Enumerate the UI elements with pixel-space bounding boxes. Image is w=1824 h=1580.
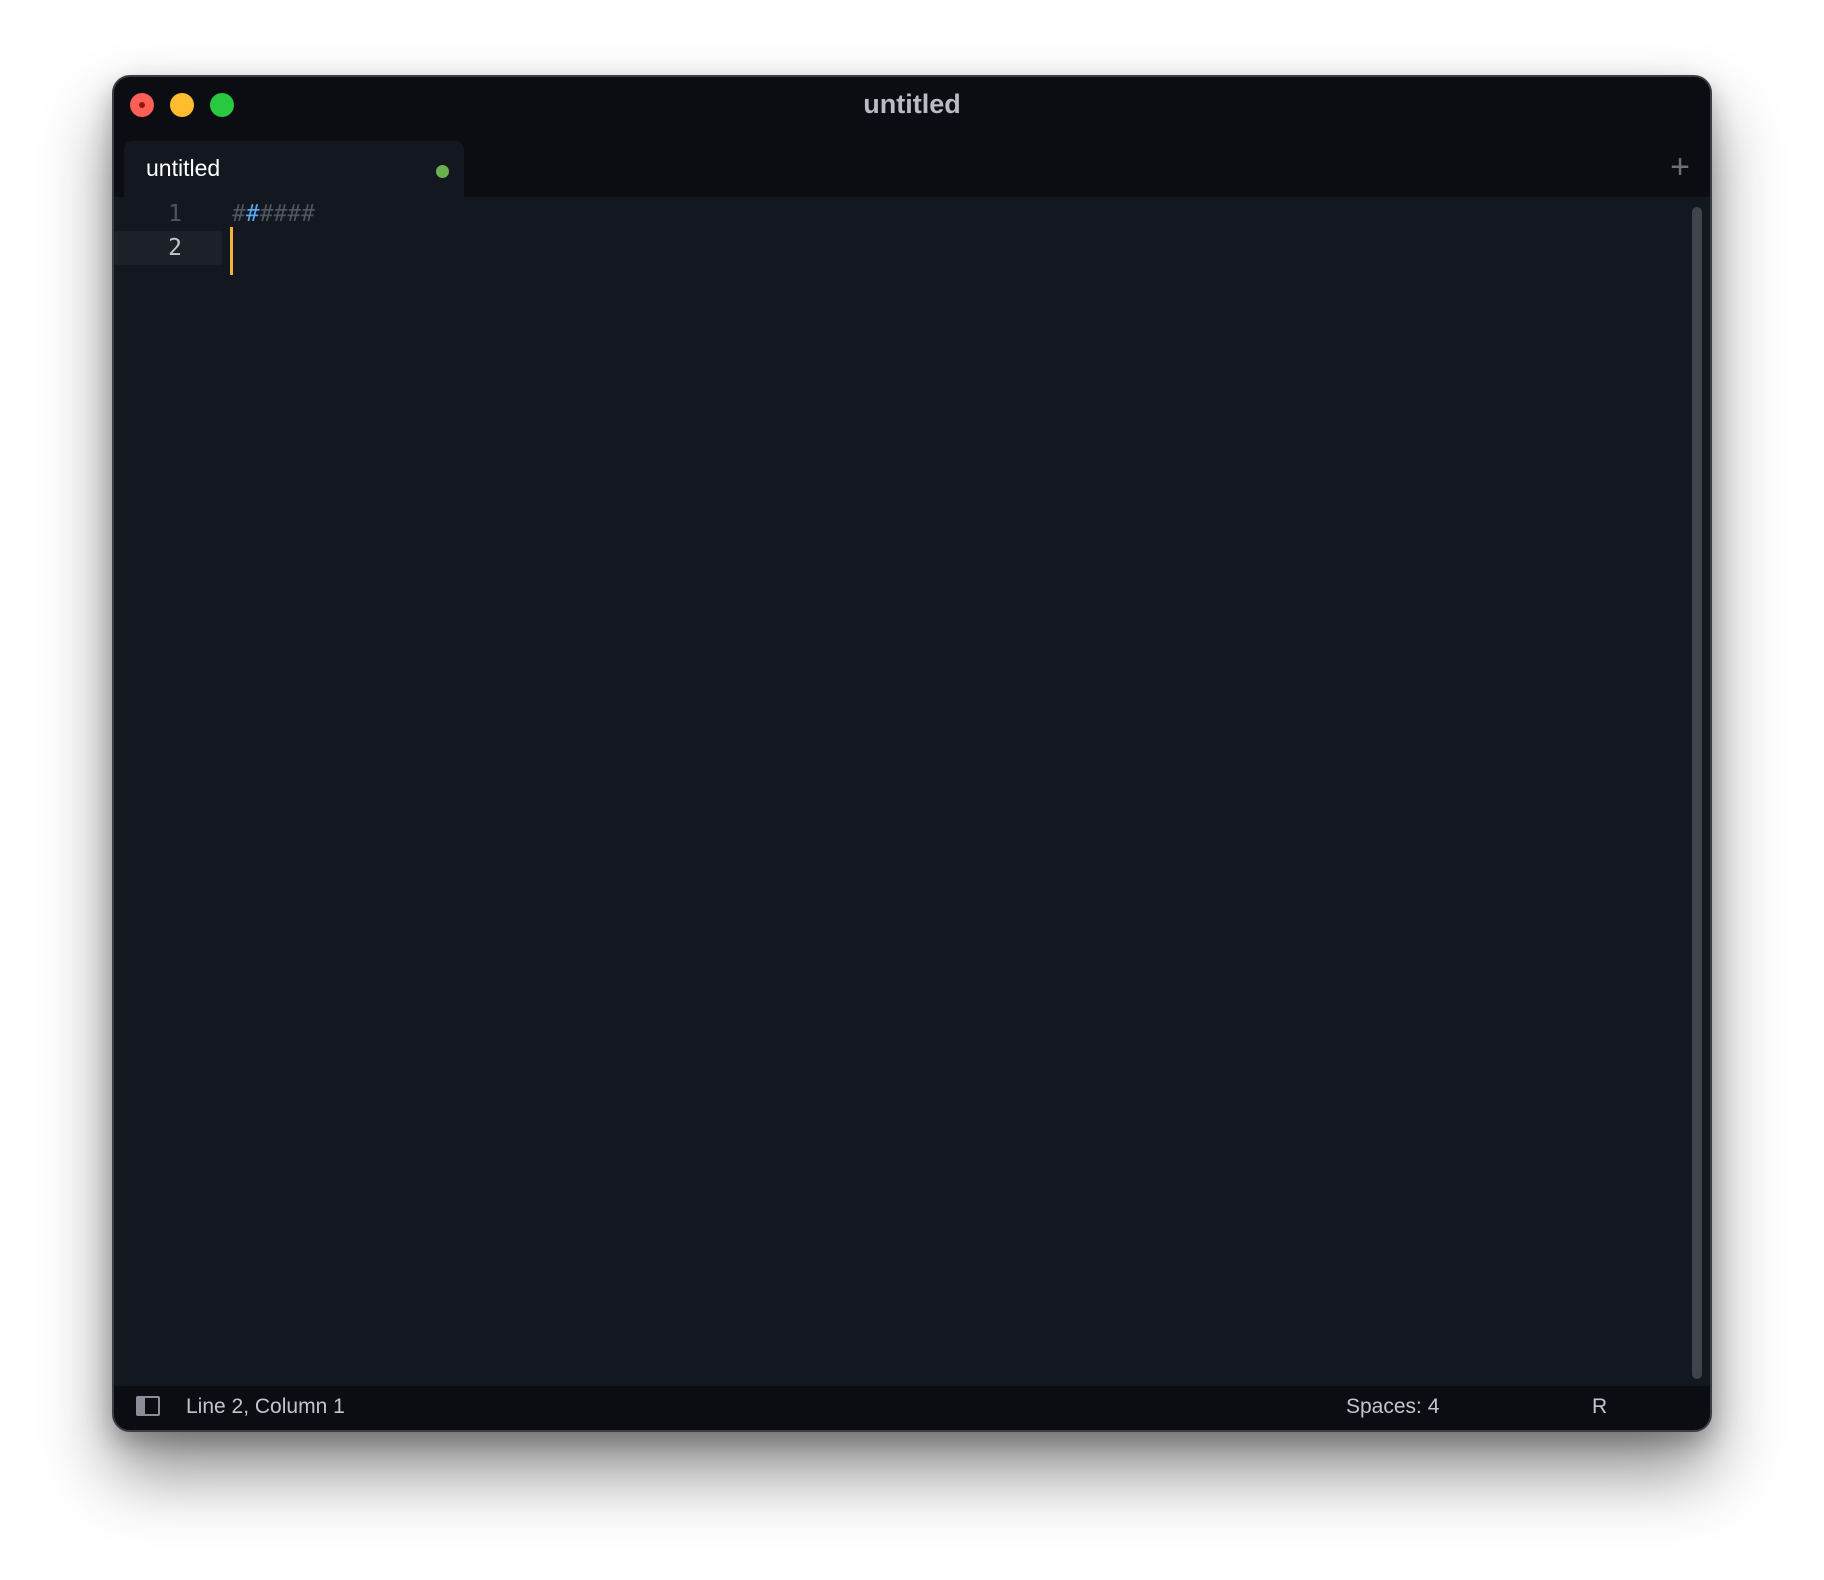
title-bar[interactable]: untitled <box>114 77 1710 137</box>
line-number-current: 2 <box>114 231 222 265</box>
tab-label: untitled <box>146 155 221 181</box>
heading-markup: # <box>232 201 246 227</box>
new-tab-button[interactable]: + <box>1670 147 1690 187</box>
sidebar-toggle-icon[interactable] <box>136 1396 160 1416</box>
text-editor-area[interactable]: 1 2 ###### <box>114 197 1710 1386</box>
code-line[interactable]: ###### <box>232 197 315 231</box>
text-caret <box>230 227 233 275</box>
status-bar: Line 2, Column 1 Spaces: 4 R <box>114 1386 1710 1430</box>
tab-bar: untitled + <box>114 137 1710 197</box>
indentation-setting[interactable]: Spaces: 4 <box>1346 1395 1439 1419</box>
heading-markup: #### <box>259 201 316 227</box>
cursor-position[interactable]: Line 2, Column 1 <box>186 1395 345 1419</box>
unsaved-indicator-icon[interactable] <box>436 165 449 178</box>
tab-untitled[interactable]: untitled <box>124 141 464 197</box>
window-title: untitled <box>863 89 961 119</box>
syntax-selector[interactable]: R <box>1592 1395 1607 1419</box>
editor-window: untitled untitled + 1 2 ###### Line 2, C… <box>112 75 1712 1432</box>
heading-markup-highlight: # <box>245 201 260 227</box>
line-number: 1 <box>168 201 182 227</box>
vertical-scrollbar[interactable] <box>1692 207 1702 1379</box>
